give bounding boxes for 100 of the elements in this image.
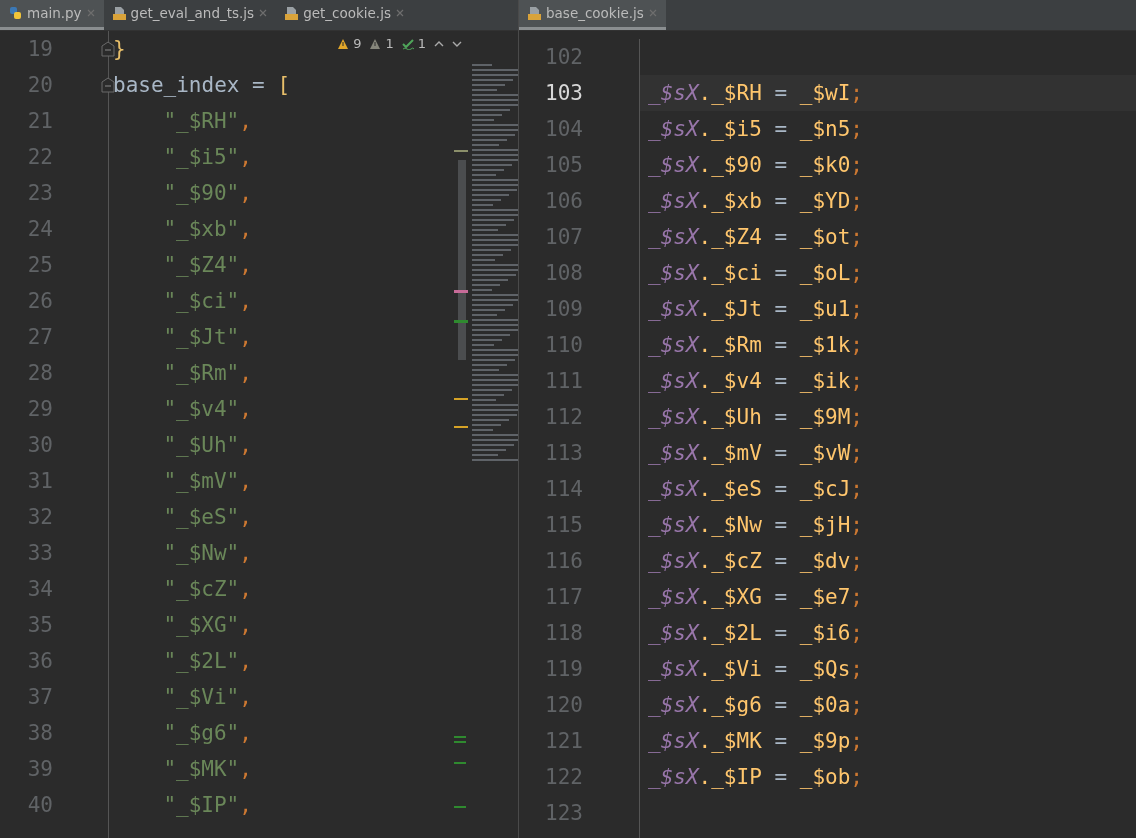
js-file-icon (527, 5, 542, 21)
code-line: "_$eS", (163, 504, 252, 531)
editor-tab[interactable]: get_cookie.js (276, 0, 413, 30)
line-number: 36 (26, 648, 53, 675)
code-line: _$sX._$cZ = _$dv; (647, 548, 863, 575)
line-number: 122 (544, 764, 583, 791)
code-line: _$sX._$Vi = _$Qs; (647, 656, 863, 683)
code-line: _$sX._$Jt = _$u1; (647, 296, 863, 323)
code-line: _$sX._$ci = _$oL; (647, 260, 863, 287)
line-number: 21 (26, 108, 53, 135)
line-number: 110 (544, 332, 583, 359)
line-number: 102 (544, 44, 583, 71)
editor-tab[interactable]: base_cookie.js (519, 0, 666, 30)
line-number: 25 (26, 252, 53, 279)
line-number: 20 (26, 72, 53, 99)
line-number: 121 (544, 728, 583, 755)
line-number: 104 (544, 116, 583, 143)
js-file-icon (111, 5, 127, 21)
typo-icon (401, 37, 414, 50)
code-line: _$sX._$mV = _$vW; (647, 440, 863, 467)
close-icon (258, 8, 269, 18)
code-line: _$sX._$2L = _$i6; (647, 620, 863, 647)
code-line: "_$g6", (163, 720, 252, 747)
close-icon (85, 8, 96, 18)
inspection-count: 9 (353, 35, 362, 53)
code-line: _$sX._$xb = _$YD; (647, 188, 863, 215)
line-number: 33 (26, 540, 53, 567)
code-line: _$sX._$eS = _$cJ; (647, 476, 863, 503)
chevron-down-icon[interactable] (452, 39, 462, 48)
code-line: "_$cZ", (163, 576, 252, 603)
chevron-up-icon[interactable] (434, 39, 444, 48)
code-line: _$sX._$IP = _$ob; (647, 764, 863, 791)
line-number: 119 (544, 656, 583, 683)
code-line: "_$Z4", (163, 252, 252, 279)
line-number: 109 (544, 296, 583, 323)
line-number: 37 (26, 684, 53, 711)
line-number: 115 (544, 512, 583, 539)
code-line: _$sX._$MK = _$9p; (647, 728, 863, 755)
line-number: 39 (26, 756, 53, 783)
warning-icon (369, 37, 382, 50)
code-line: } (113, 36, 126, 63)
code-line: "_$Uh", (163, 432, 252, 459)
line-number: 114 (544, 476, 583, 503)
code-line: "_$xb", (163, 216, 252, 243)
code-line: _$sX._$XG = _$e7; (647, 584, 863, 611)
code-line: "_$mV", (163, 468, 252, 495)
line-number: 29 (26, 396, 53, 423)
line-number: 103 (544, 80, 583, 107)
code-line: _$sX._$90 = _$k0; (647, 152, 863, 179)
line-number: 24 (26, 216, 53, 243)
line-number: 112 (544, 404, 583, 431)
code-line: _$sX._$v4 = _$ik; (647, 368, 863, 395)
line-number: 30 (26, 432, 53, 459)
code-line: _$sX._$Uh = _$9M; (647, 404, 863, 431)
python-file-icon (8, 5, 23, 21)
inspection-count: 1 (417, 35, 426, 53)
code-line: "_$2L", (163, 648, 252, 675)
line-number: 117 (544, 584, 583, 611)
line-number: 107 (544, 224, 583, 251)
line-number: 27 (26, 324, 53, 351)
code-line: "_$RH", (163, 108, 252, 135)
line-number: 118 (544, 620, 583, 647)
code-line: "_$MK", (163, 756, 252, 783)
line-number: 120 (544, 692, 583, 719)
code-line: "_$Vi", (163, 684, 252, 711)
line-number: 22 (26, 144, 53, 171)
editor-tab[interactable]: get_eval_and_ts.js (103, 0, 277, 30)
code-line: _$sX._$Rm = _$1k; (647, 332, 863, 359)
line-number: 38 (26, 720, 53, 747)
line-number: 111 (544, 368, 583, 395)
code-line: "_$Rm", (163, 360, 252, 387)
code-line: base_index = [ (113, 72, 291, 99)
js-file-icon (284, 5, 300, 21)
code-line: "_$i5", (163, 144, 252, 171)
line-number: 32 (26, 504, 53, 531)
code-line: "_$v4", (163, 396, 252, 423)
code-line: "_$Nw", (163, 540, 252, 567)
line-number: 105 (544, 152, 583, 179)
line-number: 123 (544, 800, 583, 827)
close-icon (647, 8, 658, 18)
editor-tab[interactable]: main.py (0, 0, 104, 30)
line-number: 34 (26, 576, 53, 603)
code-line: "_$Jt", (163, 324, 252, 351)
code-line: "_$IP", (163, 792, 252, 819)
close-icon (394, 8, 405, 18)
line-number: 106 (544, 188, 583, 215)
code-line: _$sX._$Z4 = _$ot; (647, 224, 863, 251)
code-line: _$sX._$g6 = _$0a; (647, 692, 863, 719)
line-number: 116 (544, 548, 583, 575)
line-number: 108 (544, 260, 583, 287)
line-number: 19 (26, 36, 53, 63)
line-number: 35 (26, 612, 53, 639)
code-line: _$sX._$i5 = _$n5; (647, 116, 863, 143)
code-line: "_$XG", (163, 612, 252, 639)
code-line: "_$ci", (163, 288, 252, 315)
code-line: "_$90", (163, 180, 252, 207)
line-number: 113 (544, 440, 583, 467)
warning-icon (337, 37, 350, 50)
line-number: 31 (26, 468, 53, 495)
line-number: 40 (26, 792, 53, 819)
